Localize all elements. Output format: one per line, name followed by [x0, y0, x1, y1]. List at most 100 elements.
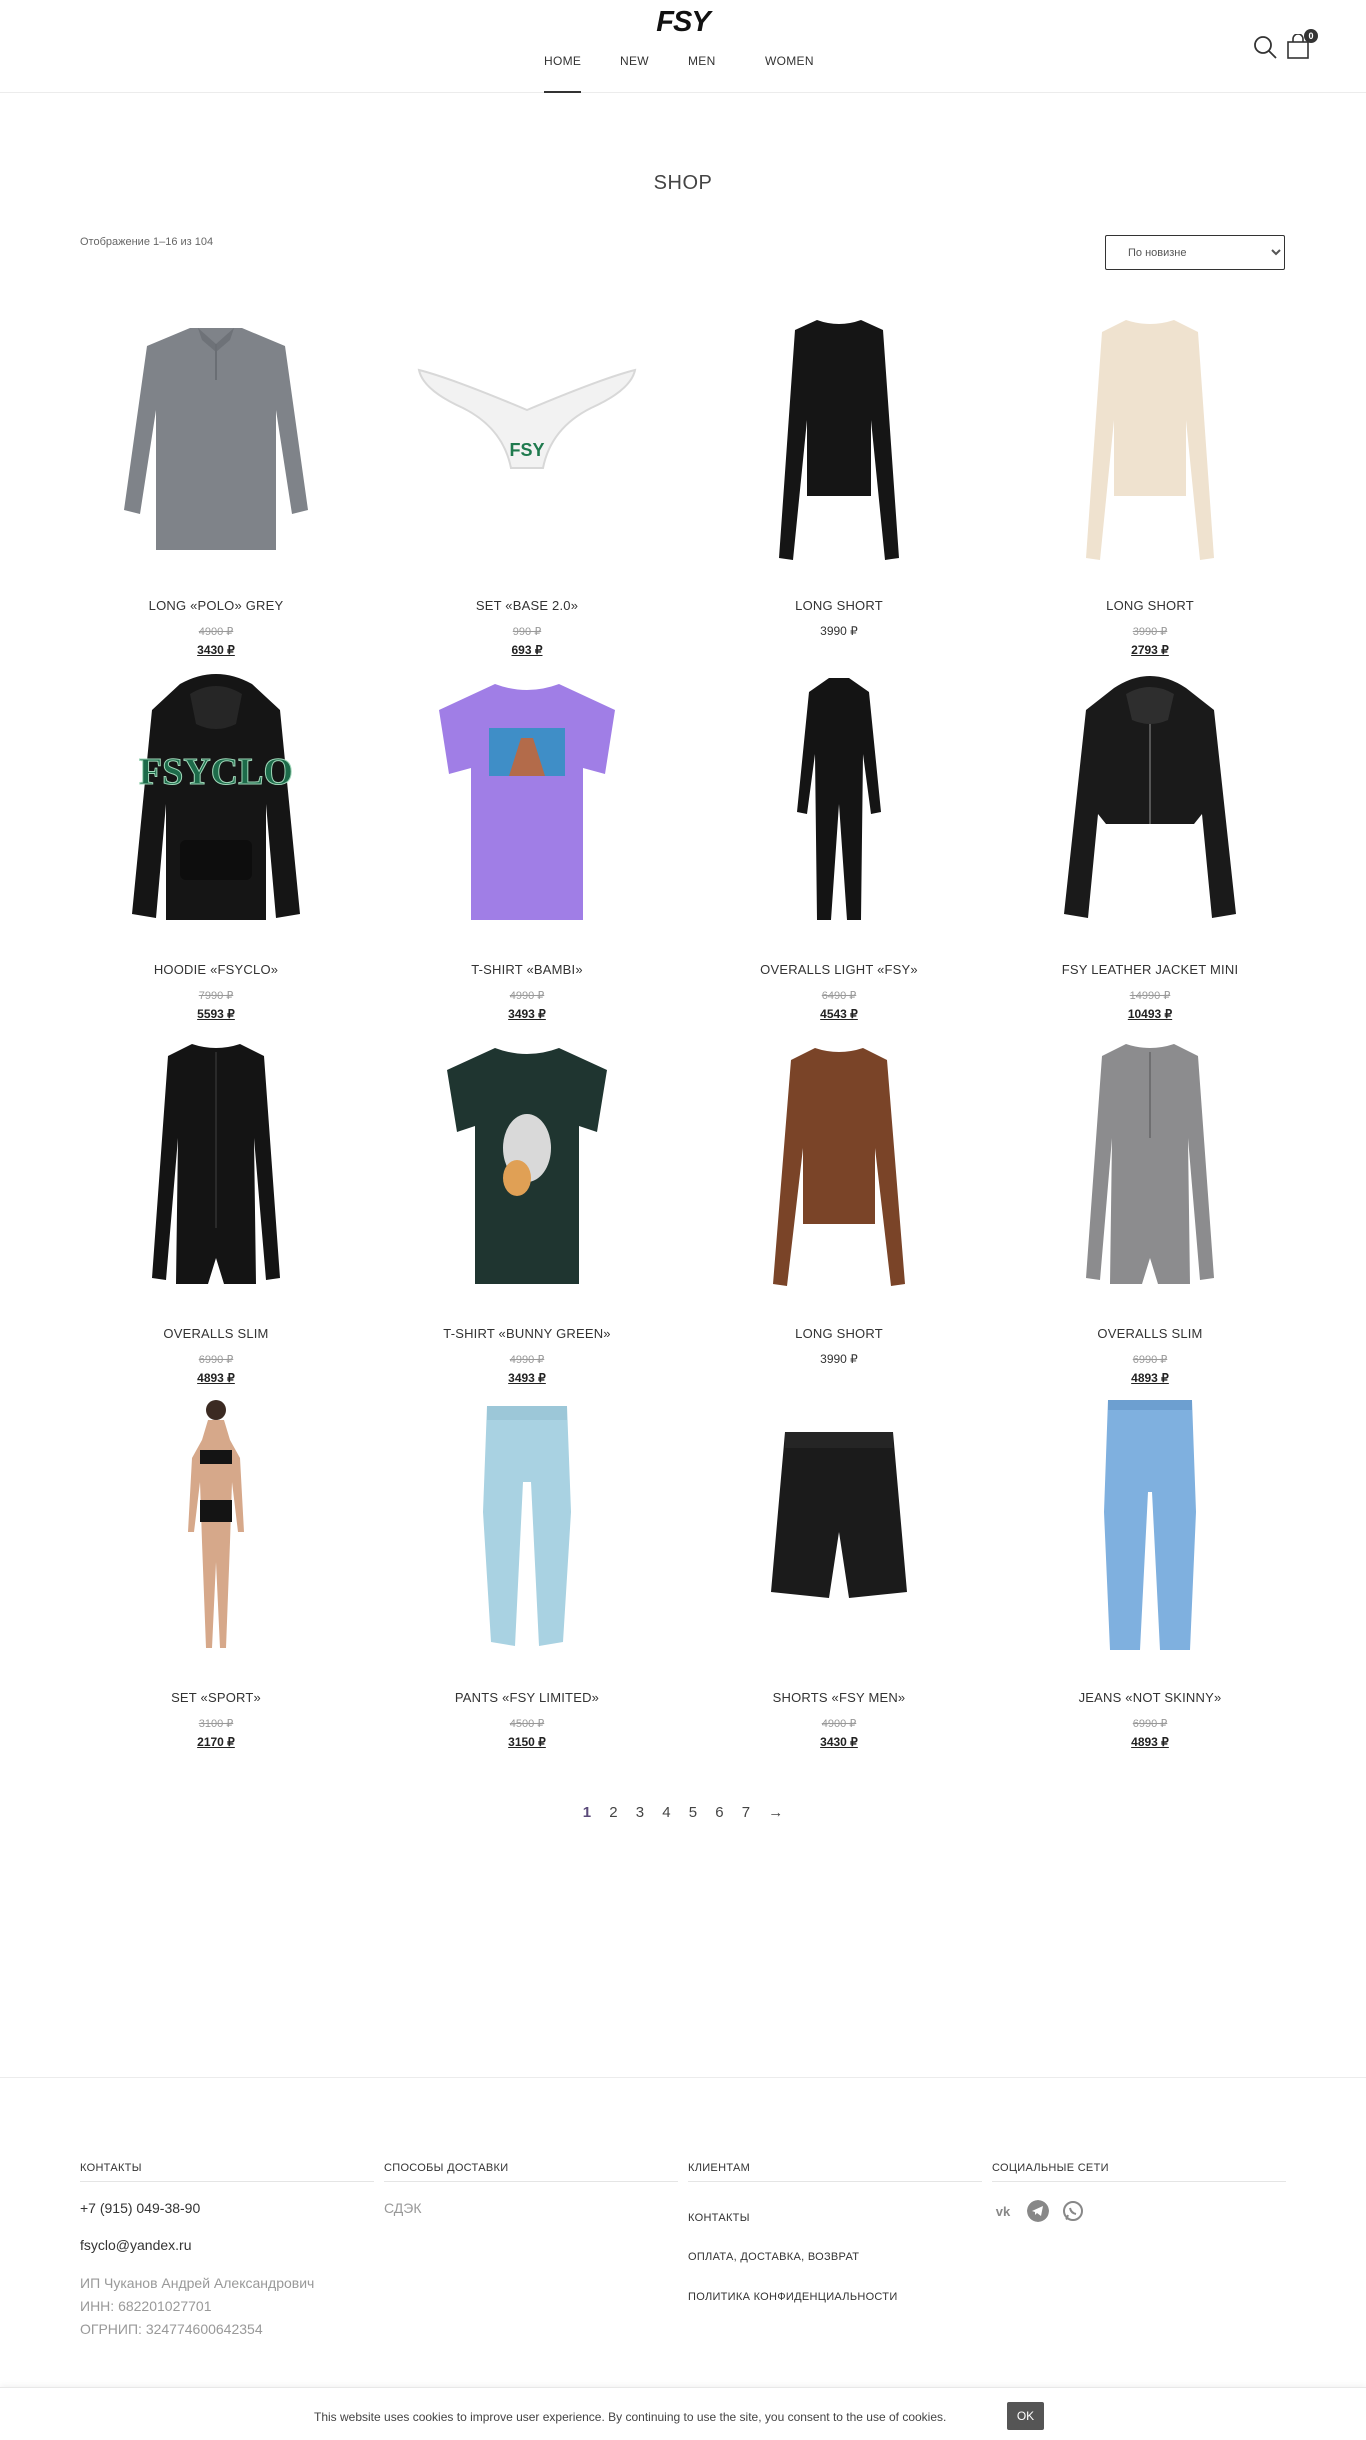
product-name[interactable]: T-SHIRT «BAMBI» [391, 962, 663, 977]
black-romper-image [152, 1044, 280, 1284]
product-name[interactable]: PANTS «FSY LIMITED» [391, 1690, 663, 1705]
nav-women[interactable]: WOMEN [765, 54, 814, 93]
whatsapp-icon[interactable] [1062, 2200, 1084, 2222]
product-price: 4893 ₽ [1131, 1371, 1169, 1385]
product-image[interactable] [703, 1392, 975, 1664]
product-card[interactable]: FSYCLO HOODIE «FSYCLO» 7990 ₽ 5593 ₽ [80, 664, 352, 1028]
product-image[interactable] [703, 300, 975, 572]
black-longsleeve-image [779, 320, 899, 560]
product-image[interactable] [1014, 1392, 1286, 1664]
product-card[interactable]: OVERALLS LIGHT «FSY» 6490 ₽ 4543 ₽ [703, 664, 975, 1028]
product-name[interactable]: OVERALLS SLIM [80, 1326, 352, 1341]
footer-heading: КЛИЕНТАМ [688, 2162, 982, 2182]
page-3[interactable]: 3 [636, 1804, 644, 1821]
page-5[interactable]: 5 [689, 1804, 697, 1821]
product-image[interactable] [703, 1028, 975, 1300]
product-name[interactable]: FSY LEATHER JACKET MINI [1014, 962, 1286, 977]
cookie-banner: This website uses cookies to improve use… [0, 2387, 1366, 2440]
product-card[interactable]: LONG «POLO» GREY 4900 ₽ 3430 ₽ [80, 300, 352, 664]
product-image[interactable] [703, 664, 975, 936]
product-card[interactable]: T-SHIRT «BAMBI» 4990 ₽ 3493 ₽ [391, 664, 663, 1028]
product-image[interactable] [391, 1392, 663, 1664]
product-name[interactable]: T-SHIRT «BUNNY GREEN» [391, 1326, 663, 1341]
footer-link-contacts[interactable]: КОНТАКТЫ [688, 2212, 750, 2224]
site-footer: КОНТАКТЫ +7 (915) 049-38-90 fsyclo@yande… [0, 2077, 1366, 2387]
product-card[interactable]: FSY SET «BASE 2.0» 990 ₽ 693 ₽ [391, 300, 663, 664]
product-price: 3990 ₽ [820, 1352, 858, 1366]
product-image[interactable] [80, 1392, 352, 1664]
telegram-icon[interactable] [1027, 2200, 1049, 2222]
product-card[interactable]: SET «SPORT» 3100 ₽ 2170 ₽ [80, 1392, 352, 1756]
product-name[interactable]: OVERALLS SLIM [1014, 1326, 1286, 1341]
product-name[interactable]: LONG SHORT [1014, 598, 1286, 613]
product-old-price: 4990 ₽ [509, 990, 545, 1002]
product-card[interactable]: PANTS «FSY LIMITED» 4500 ₽ 3150 ₽ [391, 1392, 663, 1756]
product-price: 2170 ₽ [197, 1735, 235, 1749]
product-price: 3990 ₽ [820, 624, 858, 638]
page-6[interactable]: 6 [715, 1804, 723, 1821]
product-price: 3430 ₽ [820, 1735, 858, 1749]
main-nav: HOME NEW MEN WOMEN [0, 54, 1366, 93]
product-card[interactable]: LONG SHORT 3990 ₽ [703, 1028, 975, 1392]
product-image[interactable] [1014, 664, 1286, 936]
footer-phone[interactable]: +7 (915) 049-38-90 [80, 2200, 200, 2216]
product-card[interactable]: OVERALLS SLIM 6990 ₽ 4893 ₽ [80, 1028, 352, 1392]
nav-men[interactable]: MEN [688, 54, 716, 93]
product-name[interactable]: LONG SHORT [703, 1326, 975, 1341]
blue-pants-image [483, 1406, 571, 1646]
product-card[interactable]: OVERALLS SLIM 6990 ₽ 4893 ₽ [1014, 1028, 1286, 1392]
product-image[interactable]: FSY [391, 300, 663, 572]
next-page-arrow[interactable]: → [768, 1804, 783, 1821]
product-name[interactable]: JEANS «NOT SKINNY» [1014, 1690, 1286, 1705]
page-2[interactable]: 2 [609, 1804, 617, 1821]
product-old-price: 4990 ₽ [509, 1354, 545, 1366]
site-logo[interactable]: FSY [648, 6, 718, 40]
product-card[interactable]: T-SHIRT «BUNNY GREEN» 4990 ₽ 3493 ₽ [391, 1028, 663, 1392]
hoodie-image: FSYCLO [132, 674, 300, 920]
product-print-logo: FSYCLO [139, 751, 293, 793]
product-card[interactable]: SHORTS «FSY MEN» 4900 ₽ 3430 ₽ [703, 1392, 975, 1756]
cookie-ok-button[interactable]: OK [1007, 2402, 1044, 2430]
page-title: SHOP [653, 172, 713, 194]
vk-icon[interactable]: vk [992, 2200, 1014, 2222]
footer-contacts: КОНТАКТЫ +7 (915) 049-38-90 fsyclo@yande… [80, 2162, 374, 2337]
black-overalls-image [797, 678, 881, 920]
product-card[interactable]: LONG SHORT 3990 ₽ 2793 ₽ [1014, 300, 1286, 664]
nav-home[interactable]: HOME [544, 54, 582, 93]
footer-heading: КОНТАКТЫ [80, 2162, 374, 2182]
cart-count-badge: 0 [1304, 29, 1318, 43]
product-image[interactable] [391, 664, 663, 936]
product-name[interactable]: LONG «POLO» GREY [80, 598, 352, 613]
footer-clients: КЛИЕНТАМ КОНТАКТЫ ОПЛАТА, ДОСТАВКА, ВОЗВ… [688, 2162, 982, 2303]
search-icon[interactable] [1252, 34, 1278, 60]
product-card[interactable]: FSY LEATHER JACKET MINI 14990 ₽ 10493 ₽ [1014, 664, 1286, 1028]
product-name[interactable]: SHORTS «FSY MEN» [703, 1690, 975, 1705]
product-old-price: 4900 ₽ [821, 1718, 857, 1730]
product-image[interactable]: FSYCLO [80, 664, 352, 936]
product-old-price: 6990 ₽ [1132, 1354, 1168, 1366]
product-old-price: 14990 ₽ [1129, 990, 1171, 1002]
product-price: 3430 ₽ [197, 643, 235, 657]
product-price: 3493 ₽ [508, 1371, 546, 1385]
footer-link-privacy[interactable]: ПОЛИТИКА КОНФИДЕНЦИАЛЬНОСТИ [688, 2291, 898, 2303]
page-7[interactable]: 7 [742, 1804, 750, 1821]
product-image[interactable] [391, 1028, 663, 1300]
orderby-select[interactable]: По новизне [1105, 235, 1285, 270]
footer-link-payment[interactable]: ОПЛАТА, ДОСТАВКА, ВОЗВРАТ [688, 2251, 859, 2263]
product-name[interactable]: SET «BASE 2.0» [391, 598, 663, 613]
result-count: Отображение 1–16 из 104 [80, 236, 214, 248]
product-card[interactable]: JEANS «NOT SKINNY» 6990 ₽ 4893 ₽ [1014, 1392, 1286, 1756]
product-name[interactable]: LONG SHORT [703, 598, 975, 613]
product-image[interactable] [80, 300, 352, 572]
product-name[interactable]: HOODIE «FSYCLO» [80, 962, 352, 977]
product-image[interactable] [1014, 300, 1286, 572]
grey-romper-image [1086, 1044, 1214, 1284]
nav-new[interactable]: NEW [620, 54, 649, 93]
product-card[interactable]: LONG SHORT 3990 ₽ [703, 300, 975, 664]
product-image[interactable] [1014, 1028, 1286, 1300]
page-4[interactable]: 4 [662, 1804, 670, 1821]
product-name[interactable]: OVERALLS LIGHT «FSY» [703, 962, 975, 977]
product-name[interactable]: SET «SPORT» [80, 1690, 352, 1705]
footer-email[interactable]: fsyclo@yandex.ru [80, 2237, 191, 2253]
product-image[interactable] [80, 1028, 352, 1300]
